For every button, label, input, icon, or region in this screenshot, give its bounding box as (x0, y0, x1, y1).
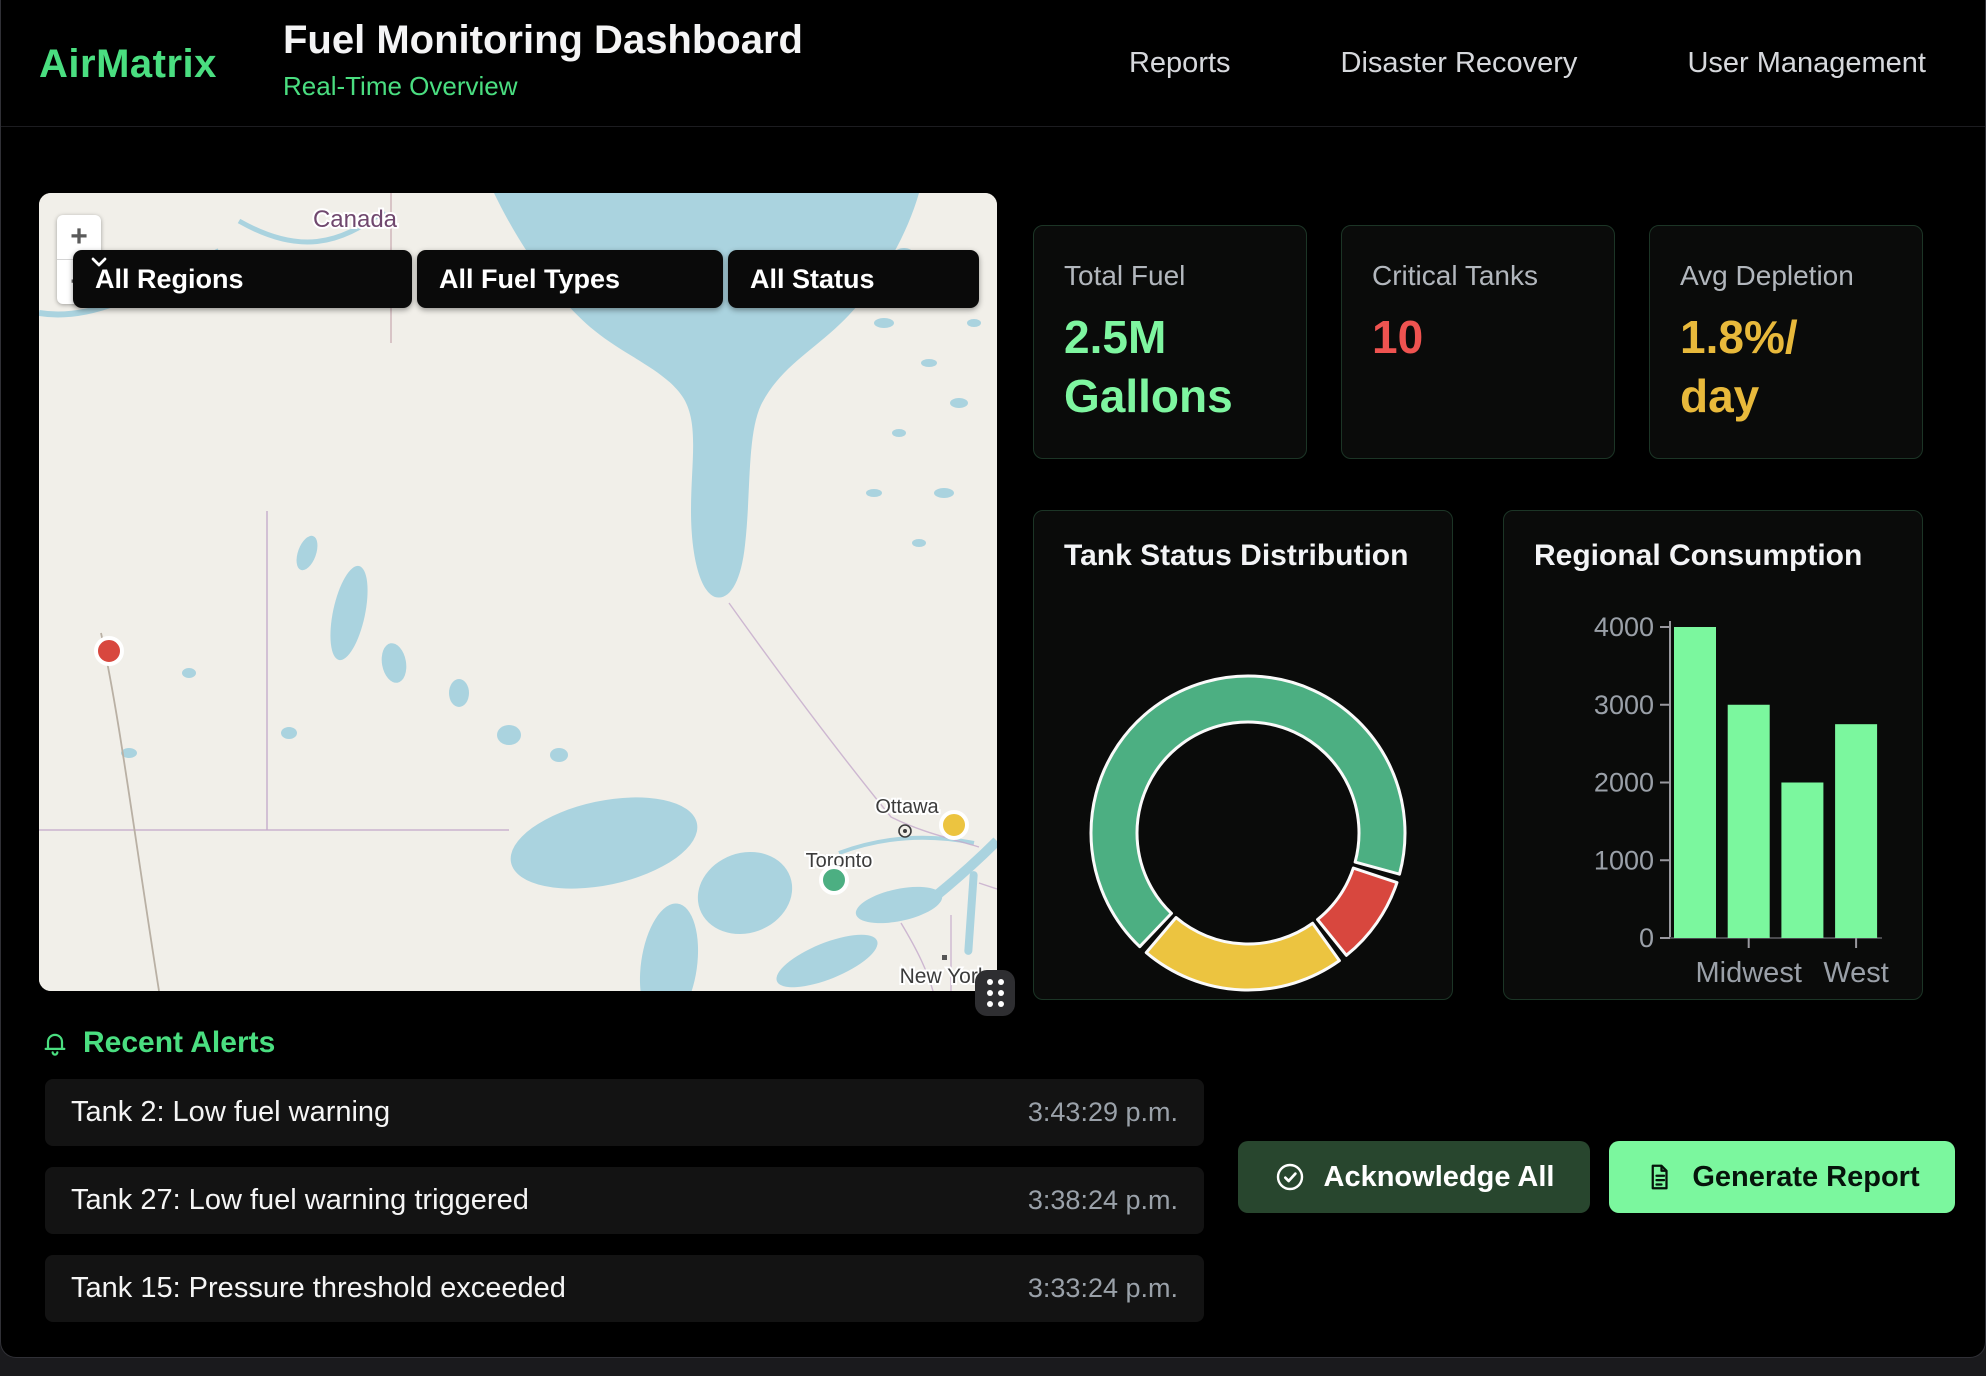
bar-0 (1674, 627, 1716, 938)
x-axis-tick-label: Midwest (1696, 957, 1802, 989)
bar-1 (1728, 705, 1770, 938)
donut-chart (1034, 511, 1454, 1001)
regional-consumption-chart-card: Regional Consumption 01000200030004000Mi… (1503, 510, 1923, 1000)
page-title: Fuel Monitoring Dashboard (283, 18, 803, 63)
map-marker-normal[interactable] (821, 867, 847, 893)
nav-item-reports[interactable]: Reports (1129, 47, 1231, 80)
stat-value: 2.5M Gallons (1064, 308, 1259, 426)
stat-value: 10 (1372, 308, 1567, 367)
stat-card-avg-depletion: Avg Depletion 1.8%/day (1649, 225, 1923, 459)
alert-timestamp: 3:33:24 p.m. (1028, 1273, 1178, 1304)
alert-text: Tank 2: Low fuel warning (71, 1096, 390, 1129)
map-marker-critical[interactable] (96, 638, 122, 664)
status-filter-label: All Status (750, 264, 875, 295)
donut-segment (1318, 868, 1397, 955)
donut-segment (1146, 918, 1339, 990)
region-filter-dropdown[interactable]: All Regions (73, 250, 412, 308)
y-axis-tick-label: 4000 (1594, 612, 1654, 642)
button-label: Acknowledge All (1324, 1161, 1555, 1194)
dashboard-root: AirMatrix Fuel Monitoring Dashboard Real… (0, 0, 1986, 1358)
y-axis-tick-label: 1000 (1594, 845, 1654, 875)
y-axis-tick-label: 0 (1639, 923, 1654, 953)
bar-chart: 0 1000 2000 3000 4000 Midwest West (1504, 511, 1924, 1001)
check-circle-icon (1274, 1161, 1306, 1193)
header: AirMatrix Fuel Monitoring Dashboard Real… (1, 0, 1985, 127)
bar-2 (1781, 783, 1823, 939)
title-block: Fuel Monitoring Dashboard Real-Time Over… (283, 18, 803, 102)
alert-timestamp: 3:43:29 p.m. (1028, 1097, 1178, 1128)
document-icon (1644, 1162, 1674, 1192)
tank-status-chart-card: Tank Status Distribution (1033, 510, 1453, 1000)
status-filter-dropdown[interactable]: All Status (728, 250, 979, 308)
stat-label: Avg Depletion (1680, 260, 1892, 292)
button-label: Generate Report (1692, 1161, 1919, 1194)
fuel-map[interactable]: Canada Ottawa Toronto New York + − All R… (39, 193, 997, 991)
alert-text: Tank 15: Pressure threshold exceeded (71, 1272, 566, 1305)
map-label-ottawa: Ottawa (875, 796, 939, 818)
generate-report-button[interactable]: Generate Report (1609, 1141, 1955, 1213)
map-canvas: Canada Ottawa Toronto New York (39, 193, 997, 991)
y-axis-tick-label: 3000 (1594, 690, 1654, 720)
acknowledge-all-button[interactable]: Acknowledge All (1238, 1141, 1590, 1213)
y-axis-tick-label: 2000 (1594, 768, 1654, 798)
fuel-type-filter-dropdown[interactable]: All Fuel Types (417, 250, 723, 308)
map-label-canada: Canada (313, 206, 398, 233)
page-subtitle: Real-Time Overview (283, 71, 803, 102)
bell-icon (41, 1028, 69, 1058)
stat-label: Total Fuel (1064, 260, 1276, 292)
chevron-down-icon (87, 250, 111, 274)
stat-card-total-fuel: Total Fuel 2.5M Gallons (1033, 225, 1307, 459)
alert-row[interactable]: Tank 27: Low fuel warning triggered 3:38… (45, 1167, 1204, 1234)
alert-timestamp: 3:38:24 p.m. (1028, 1185, 1178, 1216)
fuel-type-filter-label: All Fuel Types (439, 264, 620, 295)
stat-card-critical-tanks: Critical Tanks 10 (1341, 225, 1615, 459)
bar-3 (1835, 724, 1877, 938)
drag-handle-icon[interactable] (975, 970, 1015, 1016)
region-filter-label: All Regions (95, 264, 244, 295)
stat-label: Critical Tanks (1372, 260, 1584, 292)
nav-item-user-management[interactable]: User Management (1687, 47, 1926, 80)
x-axis-tick-label: West (1823, 957, 1889, 989)
map-filter-bar: All Regions All Fuel Types All Status (73, 250, 979, 308)
alerts-heading: Recent Alerts (83, 1026, 275, 1060)
stat-value: 1.8%/day (1680, 308, 1820, 426)
brand-logo: AirMatrix (39, 42, 217, 87)
map-marker-warning[interactable] (941, 812, 967, 838)
recent-alerts-header: Recent Alerts (41, 1026, 275, 1060)
alert-row[interactable]: Tank 15: Pressure threshold exceeded 3:3… (45, 1255, 1204, 1322)
nav-item-disaster-recovery[interactable]: Disaster Recovery (1341, 47, 1578, 80)
main-nav: Reports Disaster Recovery User Managemen… (1129, 0, 1926, 126)
alert-row[interactable]: Tank 2: Low fuel warning 3:43:29 p.m. (45, 1079, 1204, 1146)
alert-text: Tank 27: Low fuel warning triggered (71, 1184, 529, 1217)
